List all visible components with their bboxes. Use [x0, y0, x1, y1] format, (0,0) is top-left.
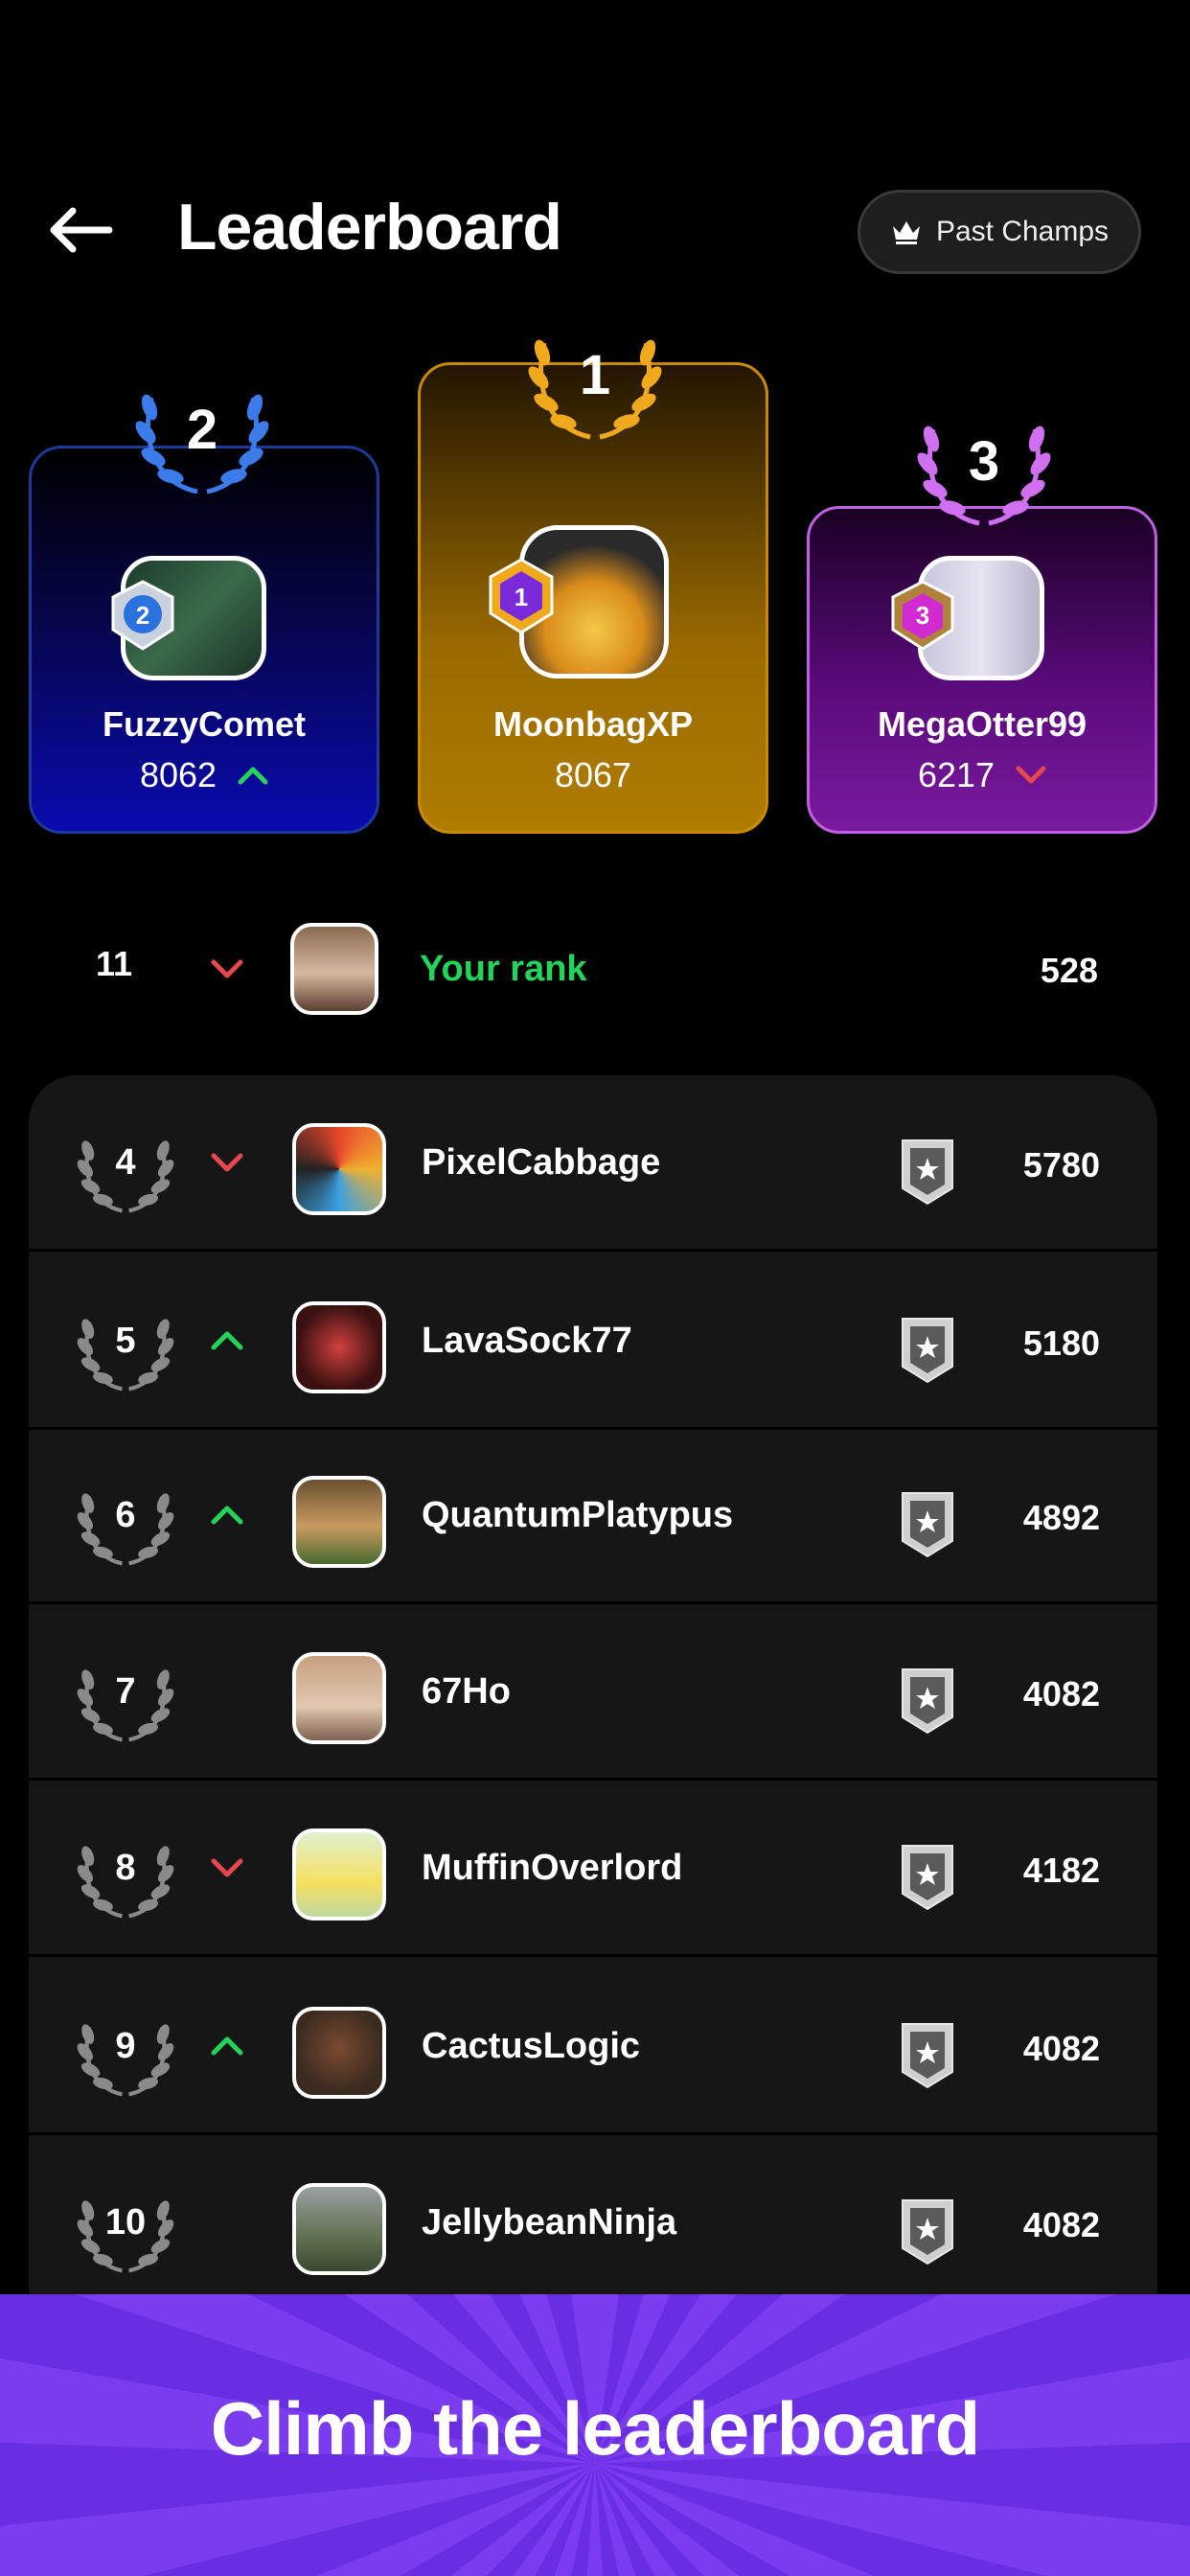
player-score: 4082 [1022, 2205, 1100, 2244]
avatar[interactable] [292, 1301, 386, 1393]
player-score: 4082 [1022, 1674, 1100, 1714]
avatar[interactable] [292, 1123, 386, 1215]
your-rank-number: 11 [96, 944, 133, 983]
table-row[interactable]: 8 MuffinOverlord 4182 [29, 1781, 1157, 1957]
podium-name: MegaOtter99 [877, 704, 1087, 744]
crown-icon [892, 221, 920, 244]
player-name: CactusLogic [422, 2026, 641, 2066]
player-score: 5180 [1022, 1323, 1100, 1363]
shield-star-icon [899, 2195, 956, 2266]
avatar[interactable] [292, 2183, 386, 2275]
player-score: 4182 [1022, 1851, 1100, 1890]
chevron-up-icon [238, 767, 268, 785]
rank-number: 7 [115, 1671, 136, 1712]
podium-score: 8067 [554, 755, 632, 794]
chevron-down-icon [1016, 766, 1046, 784]
laurel-icon: 6 [73, 1476, 178, 1572]
laurel-icon: 4 [73, 1123, 178, 1219]
back-button[interactable] [46, 196, 123, 264]
shield-star-icon [899, 1313, 956, 1384]
player-name: LavaSock77 [422, 1321, 632, 1361]
table-row[interactable]: 10 JellybeanNinja 4082 [29, 2135, 1157, 2294]
player-name: 67Ho [422, 1671, 511, 1712]
past-champs-button[interactable]: Past Champs [858, 190, 1141, 274]
chevron-down-icon [211, 1152, 243, 1178]
page-title: Leaderboard [177, 191, 562, 264]
player-name: PixelCabbage [422, 1142, 661, 1183]
rank-badge: 1 [487, 558, 554, 634]
podium-score-row: 8067 [418, 755, 768, 795]
leaderboard-list[interactable]: 4 PixelCabbage 5780 5 LavaSock77 5180 6 Quantum… [29, 1075, 1157, 2294]
podium-place-number: 3 [968, 430, 1000, 493]
your-rank-score: 528 [1040, 951, 1098, 990]
player-score: 4892 [1022, 1498, 1100, 1537]
table-row[interactable]: 6 QuantumPlatypus 4892 [29, 1428, 1157, 1604]
podium-name: MoonbagXP [493, 704, 693, 744]
podium-score-row: 8062 [29, 755, 379, 795]
laurel-icon: 5 [73, 1301, 178, 1397]
promo-banner: Climb the leaderboard [0, 2294, 1190, 2576]
shield-star-icon [899, 1135, 956, 1206]
podium-score: 8062 [139, 755, 217, 794]
podium-place-number: 1 [579, 344, 611, 406]
shield-star-icon [899, 1840, 956, 1911]
table-row[interactable]: 4 PixelCabbage 5780 [29, 1075, 1157, 1252]
player-name: QuantumPlatypus [422, 1495, 734, 1535]
arrow-left-icon [50, 207, 113, 253]
rank-badge: 3 [889, 580, 956, 653]
avatar[interactable] [292, 1652, 386, 1744]
your-rank-label: Your rank [420, 949, 587, 989]
rank-number: 8 [115, 1848, 136, 1888]
podium-score: 6217 [917, 755, 995, 794]
rank-badge-number: 1 [515, 583, 528, 611]
player-score: 4082 [1022, 2029, 1100, 2068]
rank-number: 9 [115, 2026, 136, 2066]
player-name: MuffinOverlord [422, 1848, 683, 1888]
avatar[interactable] [290, 923, 378, 1015]
laurel-icon: 1 [523, 314, 667, 448]
avatar[interactable] [292, 1828, 386, 1920]
chevron-up-icon [211, 2036, 243, 2061]
chevron-down-icon [211, 1857, 243, 1883]
rank-number: 4 [115, 1142, 136, 1183]
avatar[interactable] [292, 2007, 386, 2099]
player-name: JellybeanNinja [422, 2202, 677, 2242]
table-row[interactable]: 5 LavaSock77 5180 [29, 1254, 1157, 1430]
laurel-icon: 8 [73, 1828, 178, 1924]
rank-badge-number: 3 [916, 601, 929, 630]
rank-number: 5 [115, 1321, 136, 1361]
avatar[interactable] [292, 1476, 386, 1568]
laurel-icon: 7 [73, 1652, 178, 1748]
rank-badge: 2 [109, 580, 176, 653]
laurel-icon: 3 [912, 401, 1056, 535]
table-row[interactable]: 7 67Ho 4082 [29, 1604, 1157, 1781]
banner-text: Climb the leaderboard [210, 2386, 981, 2471]
chevron-down-icon [211, 958, 243, 984]
shield-star-icon [899, 1487, 956, 1558]
chevron-up-icon [211, 1330, 243, 1356]
podium-score-row: 6217 [807, 755, 1157, 795]
rank-number: 6 [115, 1495, 136, 1535]
shield-star-icon [899, 2018, 956, 2089]
chevron-up-icon [211, 1505, 243, 1530]
table-row[interactable]: 9 CactusLogic 4082 [29, 1959, 1157, 2135]
past-champs-label: Past Champs [935, 216, 1110, 247]
laurel-icon: 2 [130, 369, 274, 503]
shield-star-icon [899, 1664, 956, 1735]
podium-place-number: 2 [186, 399, 218, 461]
podium-name: FuzzyComet [102, 704, 306, 744]
player-score: 5780 [1022, 1145, 1100, 1184]
laurel-icon: 10 [73, 2183, 178, 2279]
rank-badge-number: 2 [136, 601, 149, 630]
laurel-icon: 9 [73, 2007, 178, 2103]
rank-number: 10 [104, 2202, 147, 2242]
